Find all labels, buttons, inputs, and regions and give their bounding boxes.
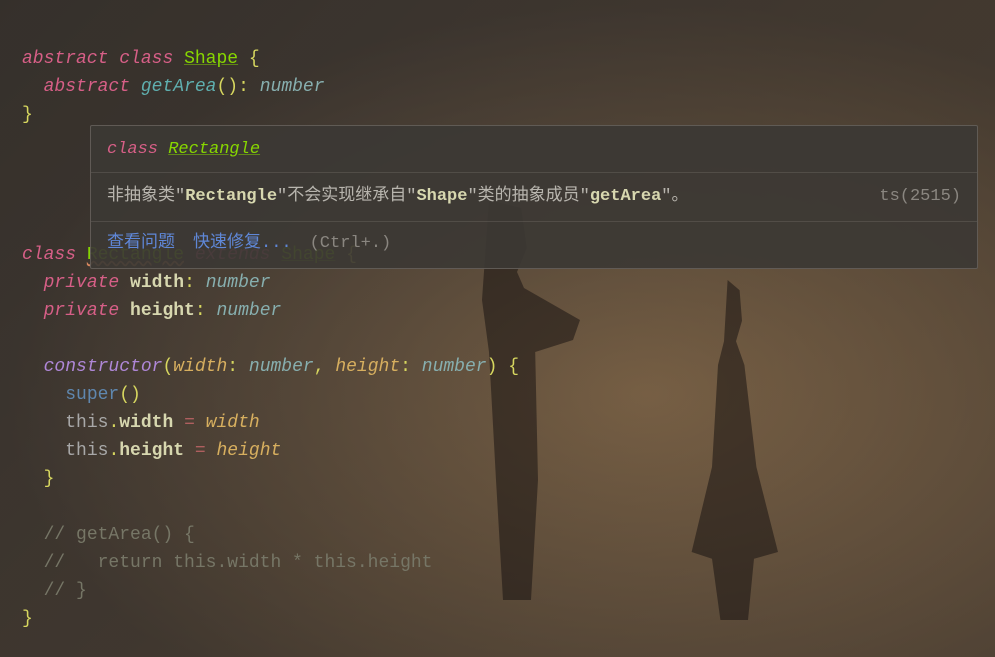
keyword-class: class <box>119 49 173 69</box>
super-call: super <box>65 385 119 405</box>
msg-quote: " <box>467 187 477 206</box>
shortcut-hint: (Ctrl+.) <box>310 234 392 253</box>
constructor-keyword: constructor <box>44 357 163 377</box>
tooltip-signature: class Rectangle <box>91 126 977 173</box>
brace-open: { <box>249 49 260 69</box>
type-number: number <box>249 357 314 377</box>
this-keyword: this <box>65 413 108 433</box>
code-line[interactable] <box>22 325 995 353</box>
code-line[interactable]: super() <box>22 381 995 409</box>
code-line[interactable]: abstract getArea(): number <box>22 73 995 101</box>
type-number: number <box>216 301 281 321</box>
param-width: width <box>173 357 227 377</box>
view-problem-link[interactable]: 查看问题 <box>107 234 175 253</box>
comma: , <box>314 357 325 377</box>
brace-close: } <box>22 105 33 125</box>
code-line[interactable]: // return this.width * this.height <box>22 549 995 577</box>
code-line[interactable]: this.width = width <box>22 409 995 437</box>
code-line[interactable] <box>22 493 995 521</box>
brace-close: } <box>22 609 33 629</box>
msg-shape: Shape <box>416 187 467 206</box>
quick-fix-link[interactable]: 快速修复... <box>193 234 292 253</box>
property-width: width <box>130 273 184 293</box>
code-line[interactable]: // } <box>22 577 995 605</box>
colon: : <box>184 273 195 293</box>
equals-op: = <box>195 441 206 461</box>
hover-tooltip: class Rectangle 非抽象类"Rectangle"不会实现继承自"S… <box>90 125 978 269</box>
colon: : <box>195 301 206 321</box>
keyword-abstract: abstract <box>44 77 130 97</box>
param-height: height <box>217 441 282 461</box>
method-getarea: getArea <box>141 77 217 97</box>
param-width: width <box>206 413 260 433</box>
msg-quote: " <box>406 187 416 206</box>
comment-line: // } <box>44 581 87 601</box>
msg-rectangle: Rectangle <box>185 187 277 206</box>
property-height: height <box>119 441 184 461</box>
param-height: height <box>335 357 400 377</box>
paren-close: ) <box>487 357 498 377</box>
property-width: width <box>119 413 173 433</box>
msg-quote: " <box>175 187 185 206</box>
paren-open: ( <box>119 385 130 405</box>
code-line[interactable]: } <box>22 605 995 633</box>
msg-text: 类的抽象成员 <box>478 187 580 206</box>
msg-quote: " <box>277 187 287 206</box>
dot: . <box>108 441 119 461</box>
comment-line: // getArea() { <box>44 525 195 545</box>
paren-close: ) <box>227 77 238 97</box>
code-line[interactable]: private height: number <box>22 297 995 325</box>
code-line[interactable]: } <box>22 465 995 493</box>
comment-line: // return this.width * this.height <box>44 553 433 573</box>
error-code: ts(2515) <box>879 183 961 211</box>
code-line[interactable]: // getArea() { <box>22 521 995 549</box>
brace-open: { <box>508 357 519 377</box>
class-rectangle: Rectangle <box>168 140 260 159</box>
equals-op: = <box>184 413 195 433</box>
msg-text: 非抽象类 <box>107 187 175 206</box>
tooltip-error-message: 非抽象类"Rectangle"不会实现继承自"Shape"类的抽象成员"getA… <box>91 173 977 222</box>
type-number: number <box>206 273 271 293</box>
colon: : <box>227 357 238 377</box>
colon: : <box>400 357 411 377</box>
dot: . <box>108 413 119 433</box>
msg-getarea: getArea <box>590 187 661 206</box>
msg-text: 。 <box>671 187 688 206</box>
msg-quote: " <box>580 187 590 206</box>
code-line[interactable]: abstract class Shape { <box>22 45 995 73</box>
paren-open: ( <box>162 357 173 377</box>
keyword-private: private <box>44 301 120 321</box>
property-height: height <box>130 301 195 321</box>
keyword-class: class <box>22 245 76 265</box>
colon: : <box>238 77 249 97</box>
code-line[interactable]: private width: number <box>22 269 995 297</box>
tooltip-actions: 查看问题快速修复... (Ctrl+.) <box>91 222 977 268</box>
keyword-private: private <box>44 273 120 293</box>
keyword-abstract: abstract <box>22 49 108 69</box>
type-number: number <box>260 77 325 97</box>
msg-text: 不会实现继承自 <box>287 187 406 206</box>
code-editor[interactable]: abstract class Shape { abstract getArea(… <box>0 0 995 657</box>
code-line[interactable]: this.height = height <box>22 437 995 465</box>
paren-close: ) <box>130 385 141 405</box>
paren-open: ( <box>216 77 227 97</box>
code-line[interactable]: constructor(width: number, height: numbe… <box>22 353 995 381</box>
class-shape: Shape <box>184 49 238 69</box>
type-number: number <box>422 357 487 377</box>
keyword-class: class <box>107 140 158 159</box>
this-keyword: this <box>65 441 108 461</box>
brace-close: } <box>44 469 55 489</box>
msg-quote: " <box>661 187 671 206</box>
